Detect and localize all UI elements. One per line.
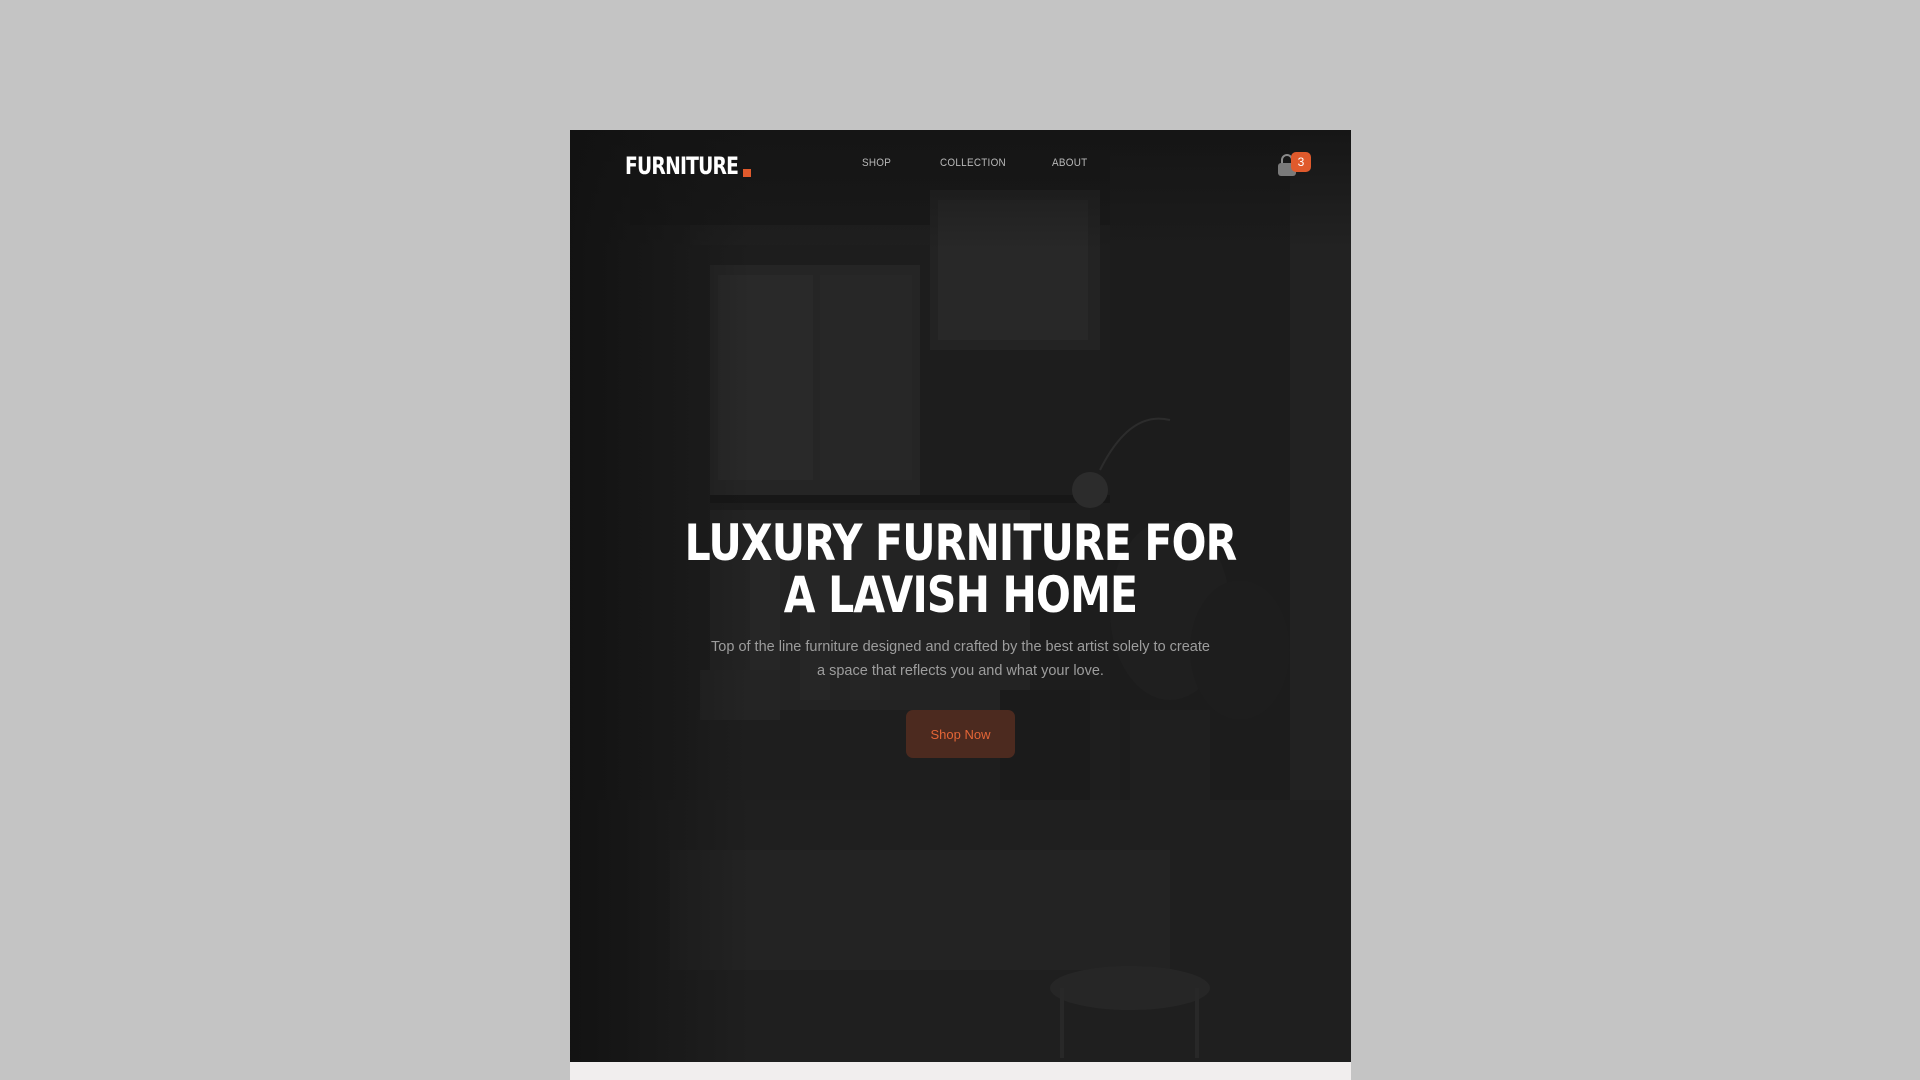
nav-link-about[interactable]: ABOUT bbox=[1052, 157, 1087, 169]
hero-headline-line-2: A LAVISH HOME bbox=[783, 566, 1138, 624]
shop-now-button[interactable]: Shop Now bbox=[906, 710, 1015, 758]
brand-logo[interactable]: FURNITURE bbox=[625, 152, 739, 180]
cart-count-badge: 3 bbox=[1291, 152, 1311, 172]
hero-section: FURNITURE SHOP COLLECTION ABOUT 3 LUXURY… bbox=[570, 130, 1351, 1062]
hero-headline: LUXURY FURNITURE FOR A LAVISH HOME bbox=[570, 517, 1351, 621]
nav-link-shop[interactable]: SHOP bbox=[862, 157, 891, 169]
hero-headline-line-1: LUXURY FURNITURE FOR bbox=[684, 514, 1238, 572]
logo-accent-dot bbox=[743, 169, 751, 177]
page-frame: FURNITURE SHOP COLLECTION ABOUT 3 LUXURY… bbox=[570, 130, 1351, 1080]
top-navigation: FURNITURE SHOP COLLECTION ABOUT 3 bbox=[570, 130, 1351, 200]
hero-subtitle: Top of the line furniture designed and c… bbox=[711, 639, 1210, 679]
cart-button[interactable]: 3 bbox=[1276, 152, 1311, 182]
nav-link-collection[interactable]: COLLECTION bbox=[940, 157, 1006, 169]
